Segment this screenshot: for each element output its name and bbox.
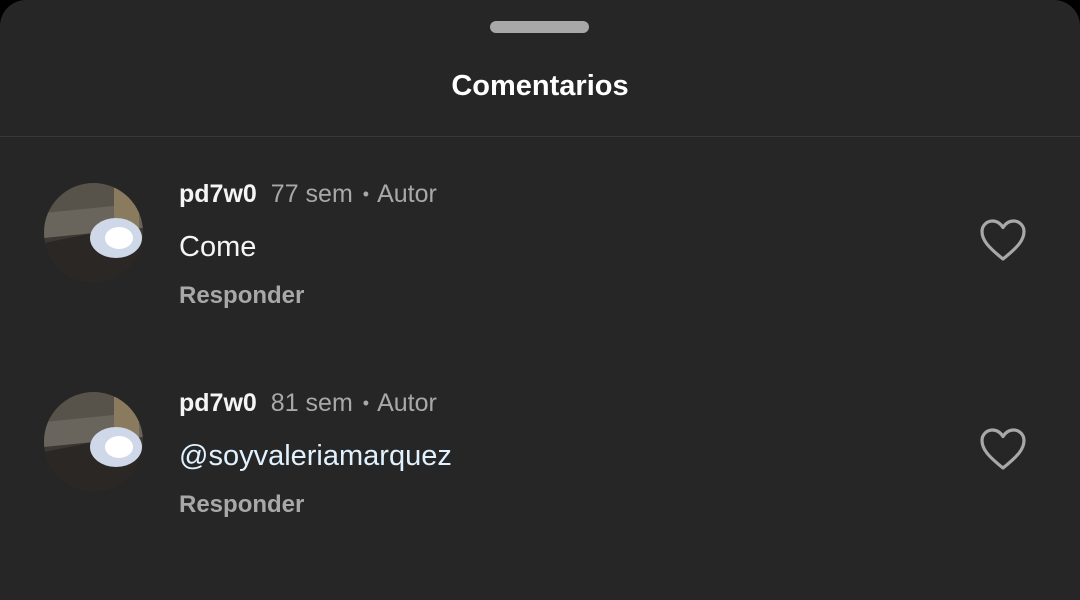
timestamp: 77 sem [270,180,353,208]
heart-outline-icon[interactable] [978,426,1028,472]
comment-meta: pd7w0 77 sem • Autor [179,177,437,211]
avatar[interactable] [44,183,143,282]
comment-item: pd7w0 77 sem • Autor Come Responder [0,137,1080,327]
heart-outline-icon[interactable] [978,217,1028,263]
drag-handle[interactable] [490,21,589,33]
avatar[interactable] [44,392,143,491]
reply-button[interactable]: Responder [179,281,304,311]
separator-dot: • [362,393,370,413]
username[interactable]: pd7w0 [179,180,257,208]
timestamp: 81 sem [270,389,353,417]
sheet-title: Comentarios [451,70,629,102]
author-badge: Autor [377,389,437,417]
reply-button[interactable]: Responder [179,490,304,520]
comment-text: Come [179,231,257,263]
username[interactable]: pd7w0 [179,389,257,417]
separator-dot: • [362,184,370,204]
author-badge: Autor [377,180,437,208]
comments-bottom-sheet: Comentarios pd7w0 77 sem • Autor Come Respo… [0,0,1080,600]
comment-meta: pd7w0 81 sem • Autor [179,386,437,420]
comment-item: pd7w0 81 sem • Autor @soyvaleriamarquez Res… [0,346,1080,536]
comment-text-mention[interactable]: @soyvaleriamarquez [179,438,452,474]
